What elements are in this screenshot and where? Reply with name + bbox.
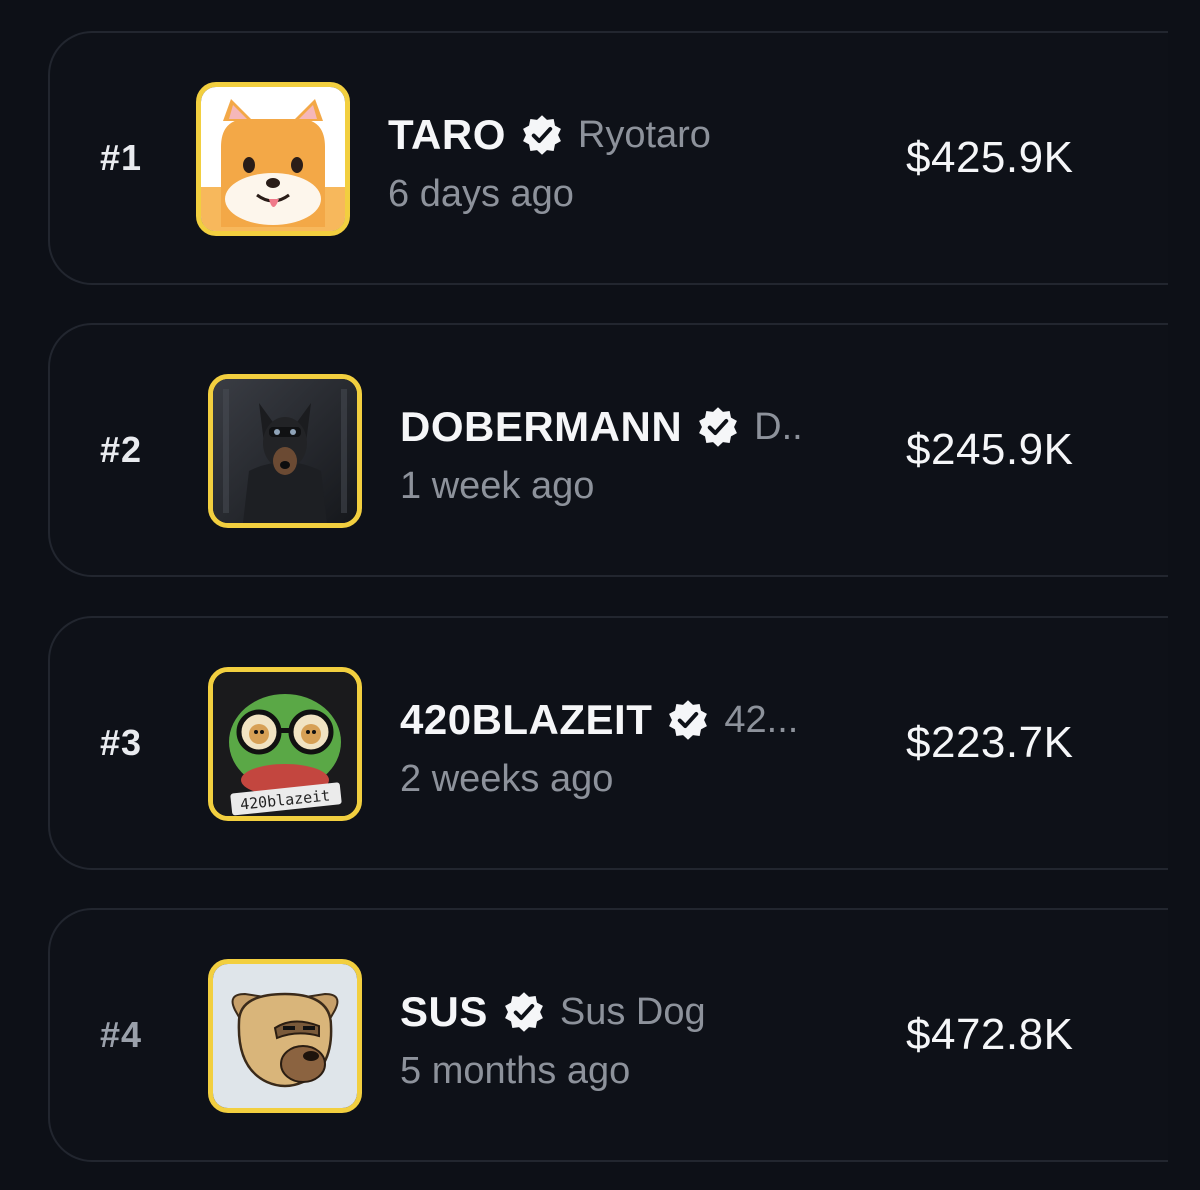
- token-leaderboard: #1 TARO Ryotaro 6 days ago $425.9K #2 DO…: [0, 0, 1200, 1190]
- creator-name[interactable]: Ryotaro: [578, 114, 711, 157]
- verified-badge-icon: [666, 698, 710, 742]
- token-ticker[interactable]: 420BLAZEIT: [400, 696, 652, 744]
- creator-name[interactable]: 42...: [724, 699, 798, 742]
- verified-badge-icon: [520, 113, 564, 157]
- verified-badge-icon: [696, 405, 740, 449]
- market-cap-value: $223.7K: [906, 718, 1074, 767]
- market-cap-value: $245.9K: [906, 425, 1074, 474]
- token-info: TARO Ryotaro 6 days ago: [388, 111, 711, 216]
- created-age: 1 week ago: [400, 465, 595, 507]
- sus-dog-avatar-icon[interactable]: [208, 959, 362, 1113]
- frog-with-glasses-avatar-icon[interactable]: 420blazeit: [208, 667, 362, 821]
- token-info: SUS Sus Dog 5 months ago: [400, 988, 706, 1093]
- token-row[interactable]: #3 420blazeit 420BLAZEIT 42... 2 weeks a…: [48, 616, 1168, 870]
- market-cap-value: $472.8K: [906, 1010, 1074, 1059]
- created-age: 6 days ago: [388, 173, 574, 215]
- token-info: 420BLAZEIT 42... 2 weeks ago: [400, 696, 798, 801]
- token-ticker[interactable]: DOBERMANN: [400, 403, 682, 451]
- rank-label: #1: [100, 137, 143, 178]
- market-cap-value: $425.9K: [906, 133, 1074, 182]
- token-row[interactable]: #4 SUS Sus Dog 5 months ago $472.8K: [48, 908, 1168, 1162]
- verified-badge-icon: [502, 990, 546, 1034]
- shiba-dog-avatar-icon[interactable]: [196, 82, 350, 236]
- token-row[interactable]: #2 DOBERMANN D.. 1 week ago $245.9K: [48, 323, 1168, 577]
- token-info: DOBERMANN D.. 1 week ago: [400, 403, 803, 508]
- creator-name[interactable]: D..: [754, 406, 803, 449]
- rank-label: #4: [100, 1014, 143, 1055]
- token-ticker[interactable]: SUS: [400, 988, 488, 1036]
- rank-label: #2: [100, 429, 143, 470]
- dobermann-dog-avatar-icon[interactable]: [208, 374, 362, 528]
- rank-label: #3: [100, 722, 143, 763]
- token-ticker[interactable]: TARO: [388, 111, 506, 159]
- token-row[interactable]: #1 TARO Ryotaro 6 days ago $425.9K: [48, 31, 1168, 285]
- created-age: 2 weeks ago: [400, 758, 614, 800]
- created-age: 5 months ago: [400, 1050, 631, 1092]
- creator-name[interactable]: Sus Dog: [560, 991, 706, 1034]
